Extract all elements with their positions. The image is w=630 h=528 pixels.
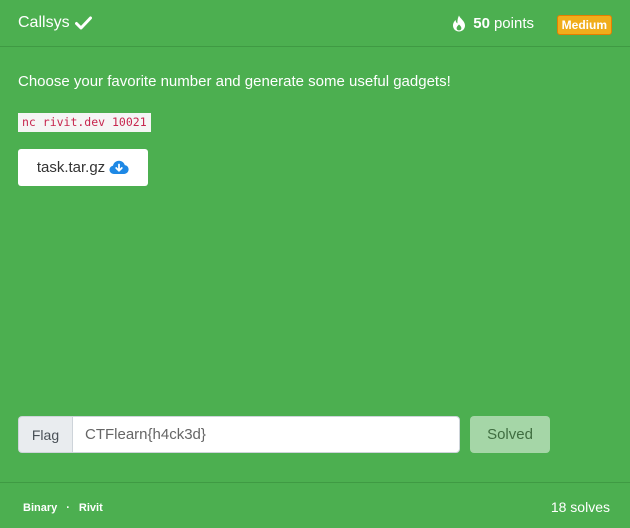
challenge-card: Callsys 50 points Medium Choose your fav… xyxy=(0,0,630,528)
difficulty-badge: Medium xyxy=(556,15,612,35)
flame-icon xyxy=(452,15,466,32)
check-icon xyxy=(74,16,92,30)
challenge-title-text: Callsys xyxy=(18,14,70,31)
category-tag[interactable]: Binary xyxy=(23,502,57,514)
challenge-description: Choose your favorite number and generate… xyxy=(18,73,451,90)
challenge-tags: Binary · Rivit xyxy=(23,502,103,514)
challenge-title: Callsys xyxy=(18,14,92,32)
cloud-download-icon xyxy=(109,160,129,175)
tag-separator: · xyxy=(66,502,70,514)
solves-count: 18 solves xyxy=(550,499,610,515)
card-header: Callsys 50 points Medium xyxy=(0,0,630,47)
card-footer: Binary · Rivit 18 solves xyxy=(0,482,630,528)
flag-label: Flag xyxy=(18,416,72,453)
file-name: task.tar.gz xyxy=(36,159,106,176)
points-value: 50 xyxy=(473,15,490,32)
author-tag[interactable]: Rivit xyxy=(79,502,103,514)
connection-command: nc rivit.dev 10021 xyxy=(18,113,151,132)
solved-button[interactable]: Solved xyxy=(470,416,550,453)
points-label: points xyxy=(493,15,534,32)
flag-input[interactable] xyxy=(72,416,460,453)
points-display: 50 points xyxy=(452,15,534,32)
download-file-button[interactable]: task.tar.gz xyxy=(18,149,148,186)
